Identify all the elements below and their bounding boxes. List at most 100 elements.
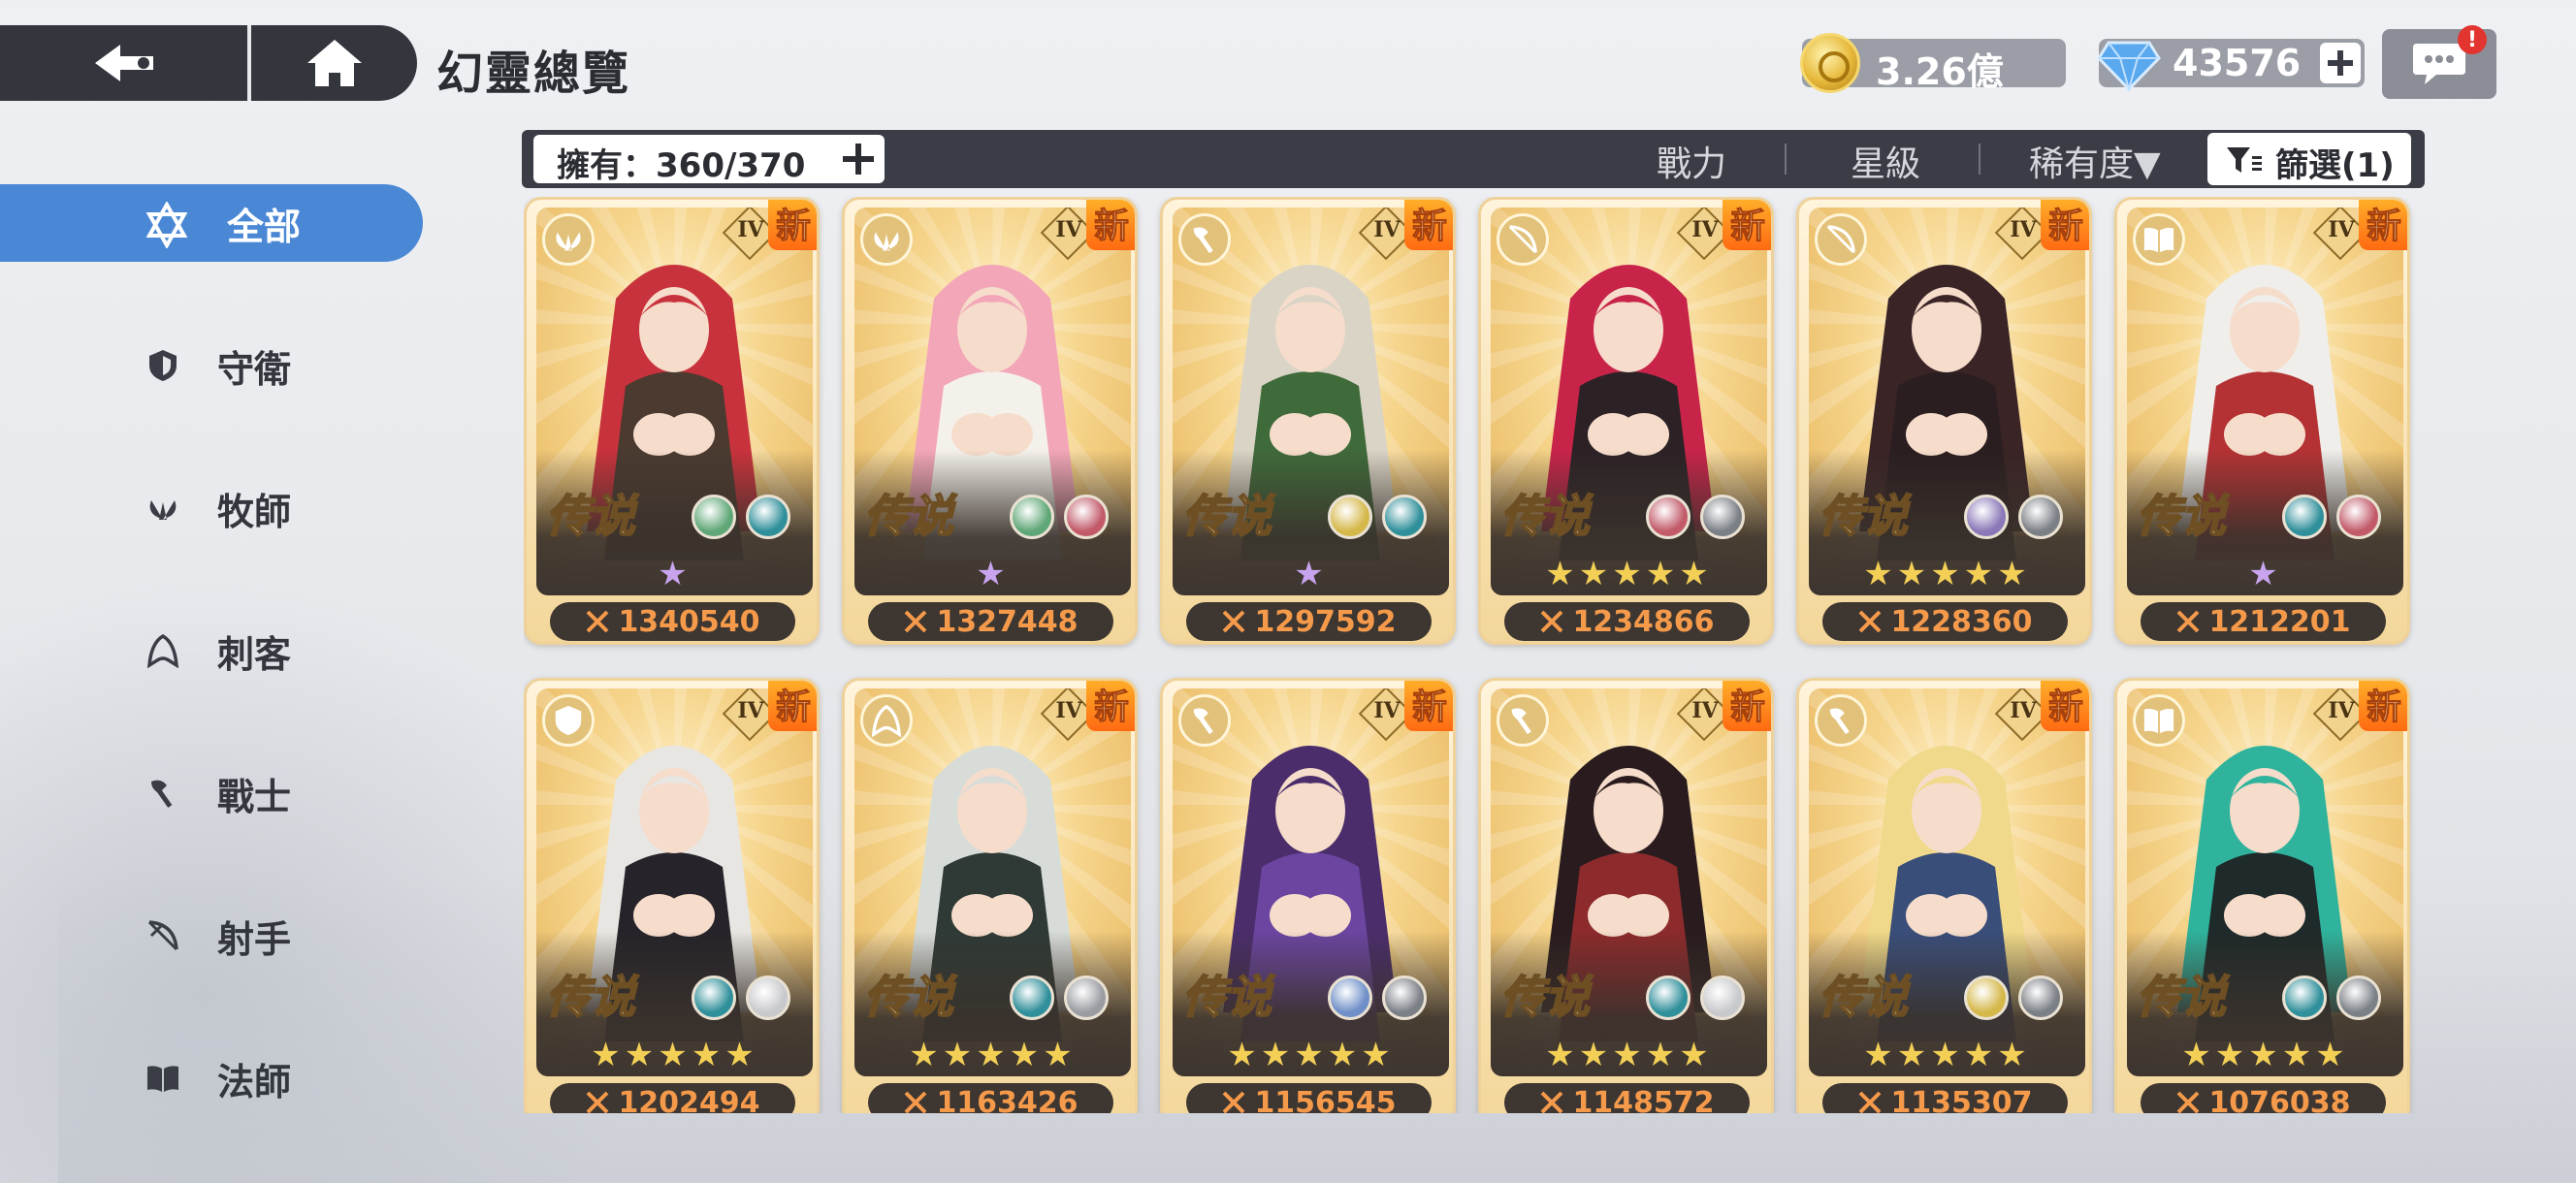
element-a-icon: [2282, 495, 2327, 539]
rarity-label: 传说: [1181, 489, 1272, 543]
tier-level: IV: [1373, 698, 1401, 723]
card-portrait: IV 86 传说 ★★★★★: [536, 688, 813, 1076]
card-portrait: IV 6 传说 ★: [1173, 208, 1449, 595]
spirit-card[interactable]: IV 86 传说 ★ 新 1340540: [524, 197, 820, 645]
new-badge: 新: [1403, 200, 1453, 250]
crossed-swords-icon: [1541, 610, 1563, 633]
spirit-card[interactable]: IV 6 传说 ★ 新 1297592: [1160, 197, 1456, 645]
crossed-swords-icon: [1859, 1091, 1882, 1113]
spirit-card[interactable]: IV 6 传说 ★★★★★ 新 1148572: [1478, 678, 1774, 1113]
back-button[interactable]: [0, 25, 247, 101]
combat-power-value: 1156545: [1254, 1085, 1397, 1114]
owned-count-box[interactable]: 擁有：360/370: [533, 135, 885, 185]
combat-power-value: 1234866: [1572, 604, 1715, 639]
hood-icon: [871, 704, 902, 737]
crossed-swords-icon: [1541, 1091, 1563, 1113]
combat-power-value: 1340540: [618, 604, 760, 639]
crossed-swords-icon: [587, 610, 609, 633]
gold-currency[interactable]: 3.26億: [1800, 33, 2066, 93]
axe-icon: [1193, 227, 1213, 254]
crossed-swords-icon: [905, 610, 927, 633]
combat-power-value: 1202494: [618, 1085, 760, 1114]
sidebar-item-priest[interactable]: 牧師: [0, 469, 427, 547]
crossed-swords-icon: [2177, 610, 2200, 633]
card-class-badge: [542, 694, 595, 747]
sort-separator: [1785, 144, 1787, 175]
sidebar-item-assassin[interactable]: 刺客: [0, 612, 427, 689]
gold-amount: 3.26億: [1876, 50, 2004, 93]
new-badge: 新: [2358, 200, 2407, 250]
axe-icon: [151, 780, 173, 808]
spirit-card[interactable]: IV 86 传说 ★★★★★ 新 1228360: [1796, 197, 2092, 645]
combat-power: 1234866: [1504, 602, 1750, 641]
combat-power-value: 1163426: [936, 1085, 1079, 1114]
new-badge: 新: [1403, 681, 1453, 731]
chat-button[interactable]: !: [2382, 25, 2496, 99]
gem-currency[interactable]: 43576: [2097, 39, 2365, 91]
star-rating: ★★★★★: [591, 1036, 758, 1074]
sidebar-item-all[interactable]: 全部: [0, 184, 423, 262]
star-rating: ★★★★★: [1545, 1036, 1713, 1074]
combat-power: 1327448: [868, 602, 1113, 641]
crossed-swords-icon: [905, 1091, 927, 1113]
crossed-swords-icon: [1223, 610, 1245, 633]
rarity-label: 传说: [545, 489, 636, 543]
filter-button[interactable]: 篩選(1): [2207, 133, 2411, 185]
sort-star[interactable]: 星級: [1851, 136, 1920, 186]
spirit-card[interactable]: IV 86 传说 ★★★★★ 新 1234866: [1478, 197, 1774, 645]
spirit-card[interactable]: IV 86 传说 ★ 新 1327448: [842, 197, 1138, 645]
add-gems-button[interactable]: [2320, 43, 2361, 83]
sort-power[interactable]: 戰力: [1657, 136, 1726, 186]
new-badge: 新: [2040, 681, 2089, 731]
sidebar-item-guardian[interactable]: 守衛: [0, 327, 427, 404]
sort-separator: [1979, 144, 1980, 175]
owned-count: 擁有：360/370: [557, 146, 806, 185]
combat-power-value: 1297592: [1254, 604, 1397, 639]
card-portrait: IV 6 传说 ★★★★★: [2127, 688, 2403, 1076]
wings-icon: [874, 232, 899, 251]
sort-rarity[interactable]: 稀有度▼: [2029, 136, 2161, 186]
spirit-card[interactable]: IV 6 传说 ★ 新 1212201: [2114, 197, 2410, 645]
element-a-icon: [1964, 495, 2009, 539]
card-class-badge: [1497, 213, 1549, 266]
star-rating: ★★★★★: [909, 1036, 1077, 1074]
filter-label: 篩選(1): [2275, 146, 2395, 185]
card-portrait: IV 6 传说 ★: [2127, 208, 2403, 595]
sidebar-item-label: 全部: [227, 205, 302, 248]
sidebar-item-label: 射手: [217, 917, 292, 961]
star-rating: ★: [2248, 555, 2282, 593]
card-class-badge: [1815, 213, 1867, 266]
combat-power: 1148572: [1504, 1083, 1750, 1113]
new-badge: 新: [2040, 200, 2089, 250]
rarity-label: 传说: [2136, 489, 2227, 543]
spirit-card[interactable]: IV 86 传说 ★★★★★ 新 1202494: [524, 678, 820, 1113]
card-class-badge: [1178, 694, 1231, 747]
spirit-card[interactable]: IV 75 传说 ★★★★★ 新 1163426: [842, 678, 1138, 1113]
sidebar-item-archer[interactable]: 射手: [0, 897, 427, 975]
tier-level: IV: [2010, 698, 2037, 723]
element-b-icon: [1064, 495, 1109, 539]
card-class-badge: [1815, 694, 1867, 747]
element-a-icon: [692, 495, 736, 539]
combat-power-value: 1228360: [1890, 604, 2033, 639]
shield-icon: [555, 705, 582, 736]
sidebar-item-warrior[interactable]: 戰士: [0, 754, 427, 832]
bow-icon: [1826, 225, 1855, 254]
combat-power: 1163426: [868, 1083, 1113, 1113]
card-class-badge: [860, 213, 913, 266]
spirit-card[interactable]: IV 6 传说 ★★★★★ 新 1156545: [1160, 678, 1456, 1113]
expand-plus-icon[interactable]: [840, 141, 877, 177]
sidebar-item-mage[interactable]: 法師: [0, 1039, 427, 1117]
element-b-icon: [2018, 975, 2063, 1020]
element-a-icon: [1328, 975, 1372, 1020]
star-rating: ★★★★★: [1227, 1036, 1395, 1074]
spirit-card[interactable]: IV 6 传说 ★★★★★ 新 1135307: [1796, 678, 2092, 1113]
back-arrow-icon: [94, 45, 153, 81]
new-badge: 新: [1085, 681, 1135, 731]
axe-icon: [1829, 708, 1850, 735]
combat-power: 1135307: [1822, 1083, 2068, 1113]
star-rating: ★★★★★: [1863, 555, 2031, 593]
sidebar-item-label: 戰士: [217, 775, 292, 818]
spirit-card[interactable]: IV 6 传说 ★★★★★ 新 1076038: [2114, 678, 2410, 1113]
home-button[interactable]: [251, 25, 417, 101]
